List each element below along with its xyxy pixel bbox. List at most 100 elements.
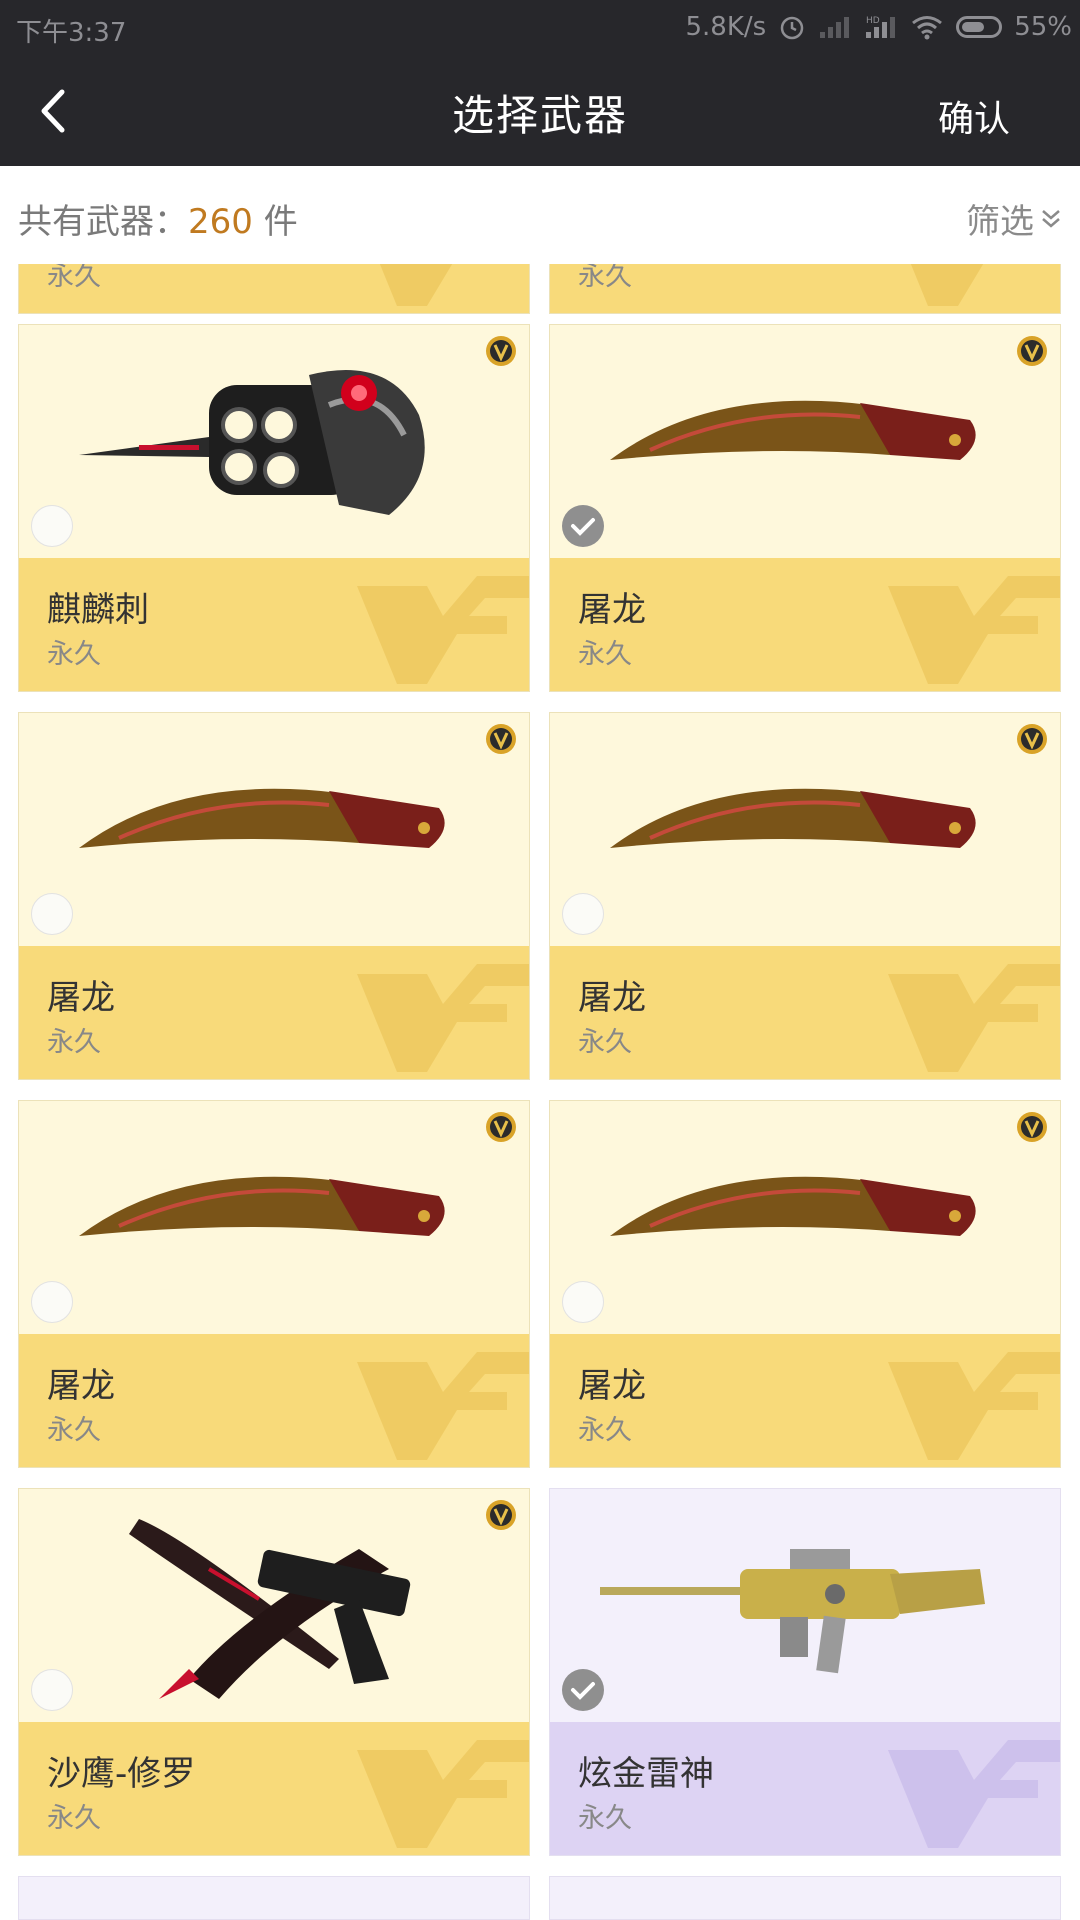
- select-checkbox-checked[interactable]: [562, 505, 604, 547]
- weapon-card[interactable]: 屠龙 永久: [18, 1100, 530, 1468]
- weapon-name: 屠龙: [47, 978, 115, 1018]
- card-duration: 永久: [578, 264, 632, 292]
- count-value: 260: [188, 202, 253, 242]
- vip-badge-icon: [486, 1500, 516, 1530]
- card-info: 永久: [19, 264, 529, 313]
- card-image: [19, 1101, 529, 1334]
- back-button[interactable]: [30, 86, 80, 136]
- weapon-duration: 永久: [47, 1803, 101, 1834]
- network-speed: 5.8K/s: [685, 12, 767, 42]
- weapon-card[interactable]: 沙鹰-修罗 永久: [18, 1488, 530, 1856]
- vip-badge-icon: [486, 336, 516, 366]
- weapon-name: 屠龙: [578, 1366, 646, 1406]
- weapon-card[interactable]: 屠龙 永久: [549, 1100, 1061, 1468]
- weapon-card-partial[interactable]: [18, 1876, 530, 1920]
- select-checkbox-checked[interactable]: [562, 1669, 604, 1711]
- card-info: 沙鹰-修罗 永久: [19, 1722, 529, 1855]
- page-title: 选择武器: [451, 91, 628, 140]
- status-bar: 下午3:37 5.8K/s HD 55%: [0, 0, 1080, 56]
- weapon-duration: 永久: [47, 639, 101, 670]
- weapon-duration: 永久: [578, 639, 632, 670]
- cf-logo-icon: [888, 964, 1060, 1072]
- weapon-duration: 永久: [578, 1803, 632, 1834]
- kukri-knife-image: [79, 1176, 445, 1236]
- kukri-knife-image: [610, 400, 976, 460]
- weapon-card[interactable]: 屠龙 永久: [549, 712, 1061, 1080]
- status-right: 5.8K/s HD 55%: [685, 12, 1072, 42]
- card-image: [550, 713, 1060, 946]
- weapon-card-partial[interactable]: [549, 1876, 1061, 1920]
- card-duration: 永久: [47, 264, 101, 292]
- weapon-card[interactable]: 屠龙 永久: [18, 712, 530, 1080]
- card-image: [550, 1101, 1060, 1334]
- card-info: 屠龙 永久: [19, 946, 529, 1079]
- weapon-name: 屠龙: [578, 978, 646, 1018]
- summary-bar: 共有武器：260 件 筛选: [0, 166, 1080, 264]
- kukri-knife-image: [610, 1176, 976, 1236]
- card-info: 屠龙 永久: [550, 946, 1060, 1079]
- weapon-count: 共有武器：260 件: [18, 194, 298, 243]
- card-image: [19, 1489, 529, 1722]
- vip-badge-icon: [1017, 336, 1047, 366]
- checkmark-icon: [571, 518, 595, 536]
- weapon-name: 炫金雷神: [578, 1754, 714, 1794]
- select-checkbox[interactable]: [31, 505, 73, 547]
- weapon-card[interactable]: 屠龙 永久: [549, 324, 1061, 692]
- wifi-icon: [912, 16, 943, 40]
- filter-label: 筛选: [966, 202, 1034, 242]
- cf-logo-icon: [888, 1352, 1060, 1460]
- card-image: [19, 325, 529, 558]
- svg-text:HD: HD: [866, 16, 880, 26]
- alarm-icon: [780, 16, 804, 40]
- kukri-knife-image: [610, 788, 976, 848]
- card-info: 屠龙 永久: [550, 558, 1060, 691]
- weapon-card[interactable]: 麒麟刺 永久: [18, 324, 530, 692]
- vip-badge-icon: [1017, 1112, 1047, 1142]
- weapon-grid[interactable]: 永久 永久 麒麟刺 永久 屠龙 永久 屠龙 永久 屠龙 永久 屠龙 永久 屠龙 …: [0, 264, 1080, 1920]
- card-info: 屠龙 永久: [550, 1334, 1060, 1467]
- cf-logo-icon: [357, 1740, 529, 1848]
- hd-signal-icon: HD: [866, 16, 896, 38]
- weapon-name: 屠龙: [47, 1366, 115, 1406]
- signal-icon: [820, 17, 850, 38]
- card-info: 麒麟刺 永久: [19, 558, 529, 691]
- select-checkbox[interactable]: [31, 893, 73, 935]
- card-info: 永久: [550, 264, 1060, 313]
- card-info: 屠龙 永久: [19, 1334, 529, 1467]
- card-image: [550, 1489, 1060, 1722]
- weapon-name: 屠龙: [578, 590, 646, 630]
- weapon-card[interactable]: 炫金雷神 永久: [549, 1488, 1061, 1856]
- pistol-blade-image: [129, 1519, 411, 1699]
- card-image: [550, 325, 1060, 558]
- cf-logo-icon: [357, 576, 529, 684]
- card-image: [19, 713, 529, 946]
- card-info: 炫金雷神 永久: [550, 1722, 1060, 1855]
- select-checkbox[interactable]: [31, 1669, 73, 1711]
- confirm-button[interactable]: 确认: [938, 90, 1010, 142]
- chevron-left-icon: [41, 89, 65, 133]
- status-time: 下午3:37: [16, 18, 127, 48]
- battery-icon: [956, 16, 1003, 38]
- weapon-duration: 永久: [47, 1027, 101, 1058]
- cf-logo-icon: [379, 264, 453, 306]
- weapon-card-partial[interactable]: 永久: [549, 264, 1061, 314]
- vip-badge-icon: [486, 1112, 516, 1142]
- cf-logo-icon: [888, 1740, 1060, 1848]
- select-checkbox[interactable]: [562, 1281, 604, 1323]
- weapon-card-partial[interactable]: 永久: [18, 264, 530, 314]
- vip-badge-icon: [1017, 724, 1047, 754]
- filter-button[interactable]: 筛选: [966, 194, 1064, 243]
- weapon-duration: 永久: [578, 1027, 632, 1058]
- kukri-knife-image: [79, 788, 445, 848]
- cf-logo-icon: [888, 576, 1060, 684]
- weapon-duration: 永久: [578, 1415, 632, 1446]
- select-checkbox[interactable]: [562, 893, 604, 935]
- double-chevron-down-icon: [1042, 209, 1060, 228]
- cf-logo-icon: [357, 1352, 529, 1460]
- checkmark-icon: [571, 1682, 595, 1700]
- count-unit: 件: [252, 202, 298, 242]
- cf-logo-icon: [910, 264, 984, 306]
- weapon-name: 沙鹰-修罗: [47, 1754, 196, 1794]
- select-checkbox[interactable]: [31, 1281, 73, 1323]
- weapon-name: 麒麟刺: [47, 590, 149, 630]
